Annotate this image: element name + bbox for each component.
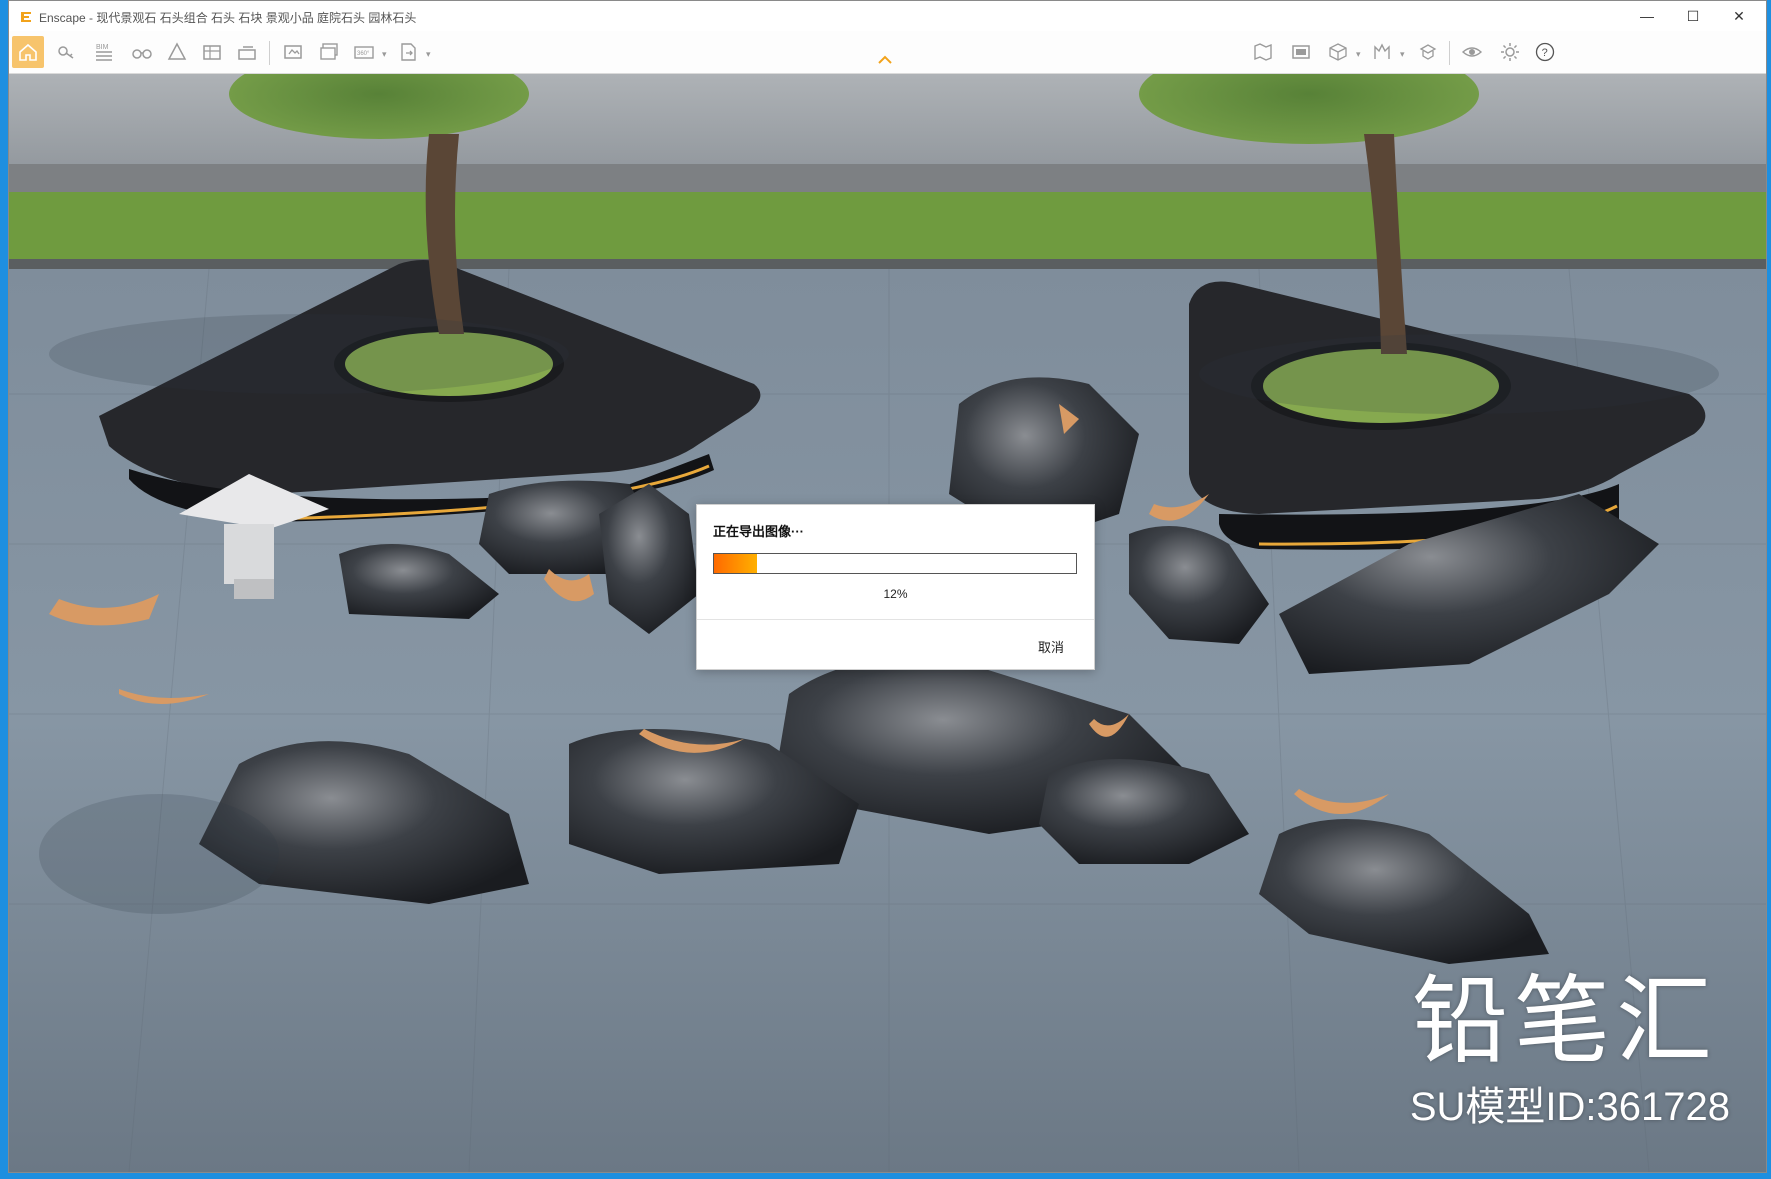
toolbar: BIM 360° ▾ ▾ ▾ ▾ ? <box>9 31 1766 74</box>
binoculars-button[interactable] <box>126 36 158 68</box>
minimize-button[interactable]: — <box>1624 1 1670 31</box>
eye-icon <box>1461 47 1483 57</box>
upload-button[interactable] <box>231 36 263 68</box>
dialog-title: 正在导出图像··· <box>713 524 804 539</box>
screenshot-icon <box>284 45 302 59</box>
screenshot-button[interactable] <box>277 36 309 68</box>
bim-icon: BIM <box>96 44 112 61</box>
gallery-button[interactable] <box>1285 36 1317 68</box>
watermark-model-id: SU模型ID:361728 <box>1409 1085 1730 1129</box>
collaboration-icon <box>1419 44 1437 60</box>
map-button[interactable] <box>1247 36 1279 68</box>
panorama-label: 360° <box>357 51 370 57</box>
curb <box>9 164 1766 194</box>
batch-render-icon <box>320 43 338 60</box>
progress-bar <box>713 553 1077 574</box>
map-icon <box>1254 43 1272 61</box>
progress-fill <box>714 554 758 573</box>
bim-label: BIM <box>96 44 109 51</box>
export-icon <box>401 43 416 61</box>
export-button[interactable] <box>392 36 424 68</box>
collapse-toolbar-icon[interactable] <box>877 55 893 65</box>
panorama-button[interactable]: 360° <box>348 36 380 68</box>
chevron-down-icon[interactable]: ▾ <box>1400 49 1405 60</box>
home-button[interactable] <box>12 36 44 68</box>
toolbar-separator <box>1449 41 1450 65</box>
help-button[interactable]: ? <box>1529 36 1561 68</box>
settings-button[interactable] <box>1494 36 1526 68</box>
lawn-edge <box>9 259 1766 269</box>
toolbar-separator <box>269 41 270 65</box>
close-button[interactable]: ✕ <box>1716 1 1762 31</box>
asset-library-button[interactable] <box>161 36 193 68</box>
gear-icon <box>1501 43 1519 61</box>
lawn-strip <box>9 192 1766 262</box>
title-bar[interactable]: Enscape - 现代景观石 石头组合 石头 石块 景观小品 庭院石头 园林石… <box>9 1 1766 31</box>
cube-icon <box>1329 43 1347 61</box>
bim-button[interactable]: BIM <box>88 36 120 68</box>
cancel-button[interactable]: 取消 <box>1038 637 1064 656</box>
upload-icon <box>238 46 256 60</box>
vr-button[interactable] <box>1366 36 1398 68</box>
minimize-icon: — <box>1640 8 1654 24</box>
material-icon <box>203 45 221 60</box>
views-button[interactable] <box>50 36 82 68</box>
material-editor-button[interactable] <box>196 36 228 68</box>
help-icon: ? <box>1535 42 1555 62</box>
collaboration-button[interactable] <box>1412 36 1444 68</box>
key-icon <box>58 46 74 59</box>
vr-icon <box>1374 43 1390 59</box>
dialog-divider <box>697 619 1094 620</box>
close-icon: ✕ <box>1733 7 1745 24</box>
help-glyph: ? <box>1542 47 1548 59</box>
visual-settings-button[interactable] <box>1456 36 1488 68</box>
chevron-down-icon[interactable]: ▾ <box>382 49 387 60</box>
progress-percent: 12% <box>883 587 908 601</box>
chevron-down-icon[interactable]: ▾ <box>1356 49 1361 60</box>
window-title: Enscape - 现代景观石 石头组合 石头 石块 景观小品 庭院石头 园林石… <box>39 11 417 25</box>
binoculars-icon <box>132 49 152 59</box>
home-icon <box>19 43 37 61</box>
maximize-icon: ☐ <box>1686 7 1700 24</box>
asset-library-icon <box>167 42 187 60</box>
panorama-icon: 360° <box>354 46 374 59</box>
enscape-logo-icon <box>21 12 31 22</box>
maximize-button[interactable]: ☐ <box>1670 1 1716 31</box>
batch-render-button[interactable] <box>313 36 345 68</box>
object-view-button[interactable] <box>1322 36 1354 68</box>
chevron-down-icon[interactable]: ▾ <box>426 49 431 60</box>
gallery-icon <box>1292 45 1310 59</box>
watermark-logo: 铅笔汇 <box>1412 965 1718 1077</box>
enscape-window: Enscape - 现代景观石 石头组合 石头 石块 景观小品 庭院石头 园林石… <box>8 0 1767 1173</box>
export-progress-dialog: 正在导出图像··· 12% 取消 <box>696 504 1095 670</box>
